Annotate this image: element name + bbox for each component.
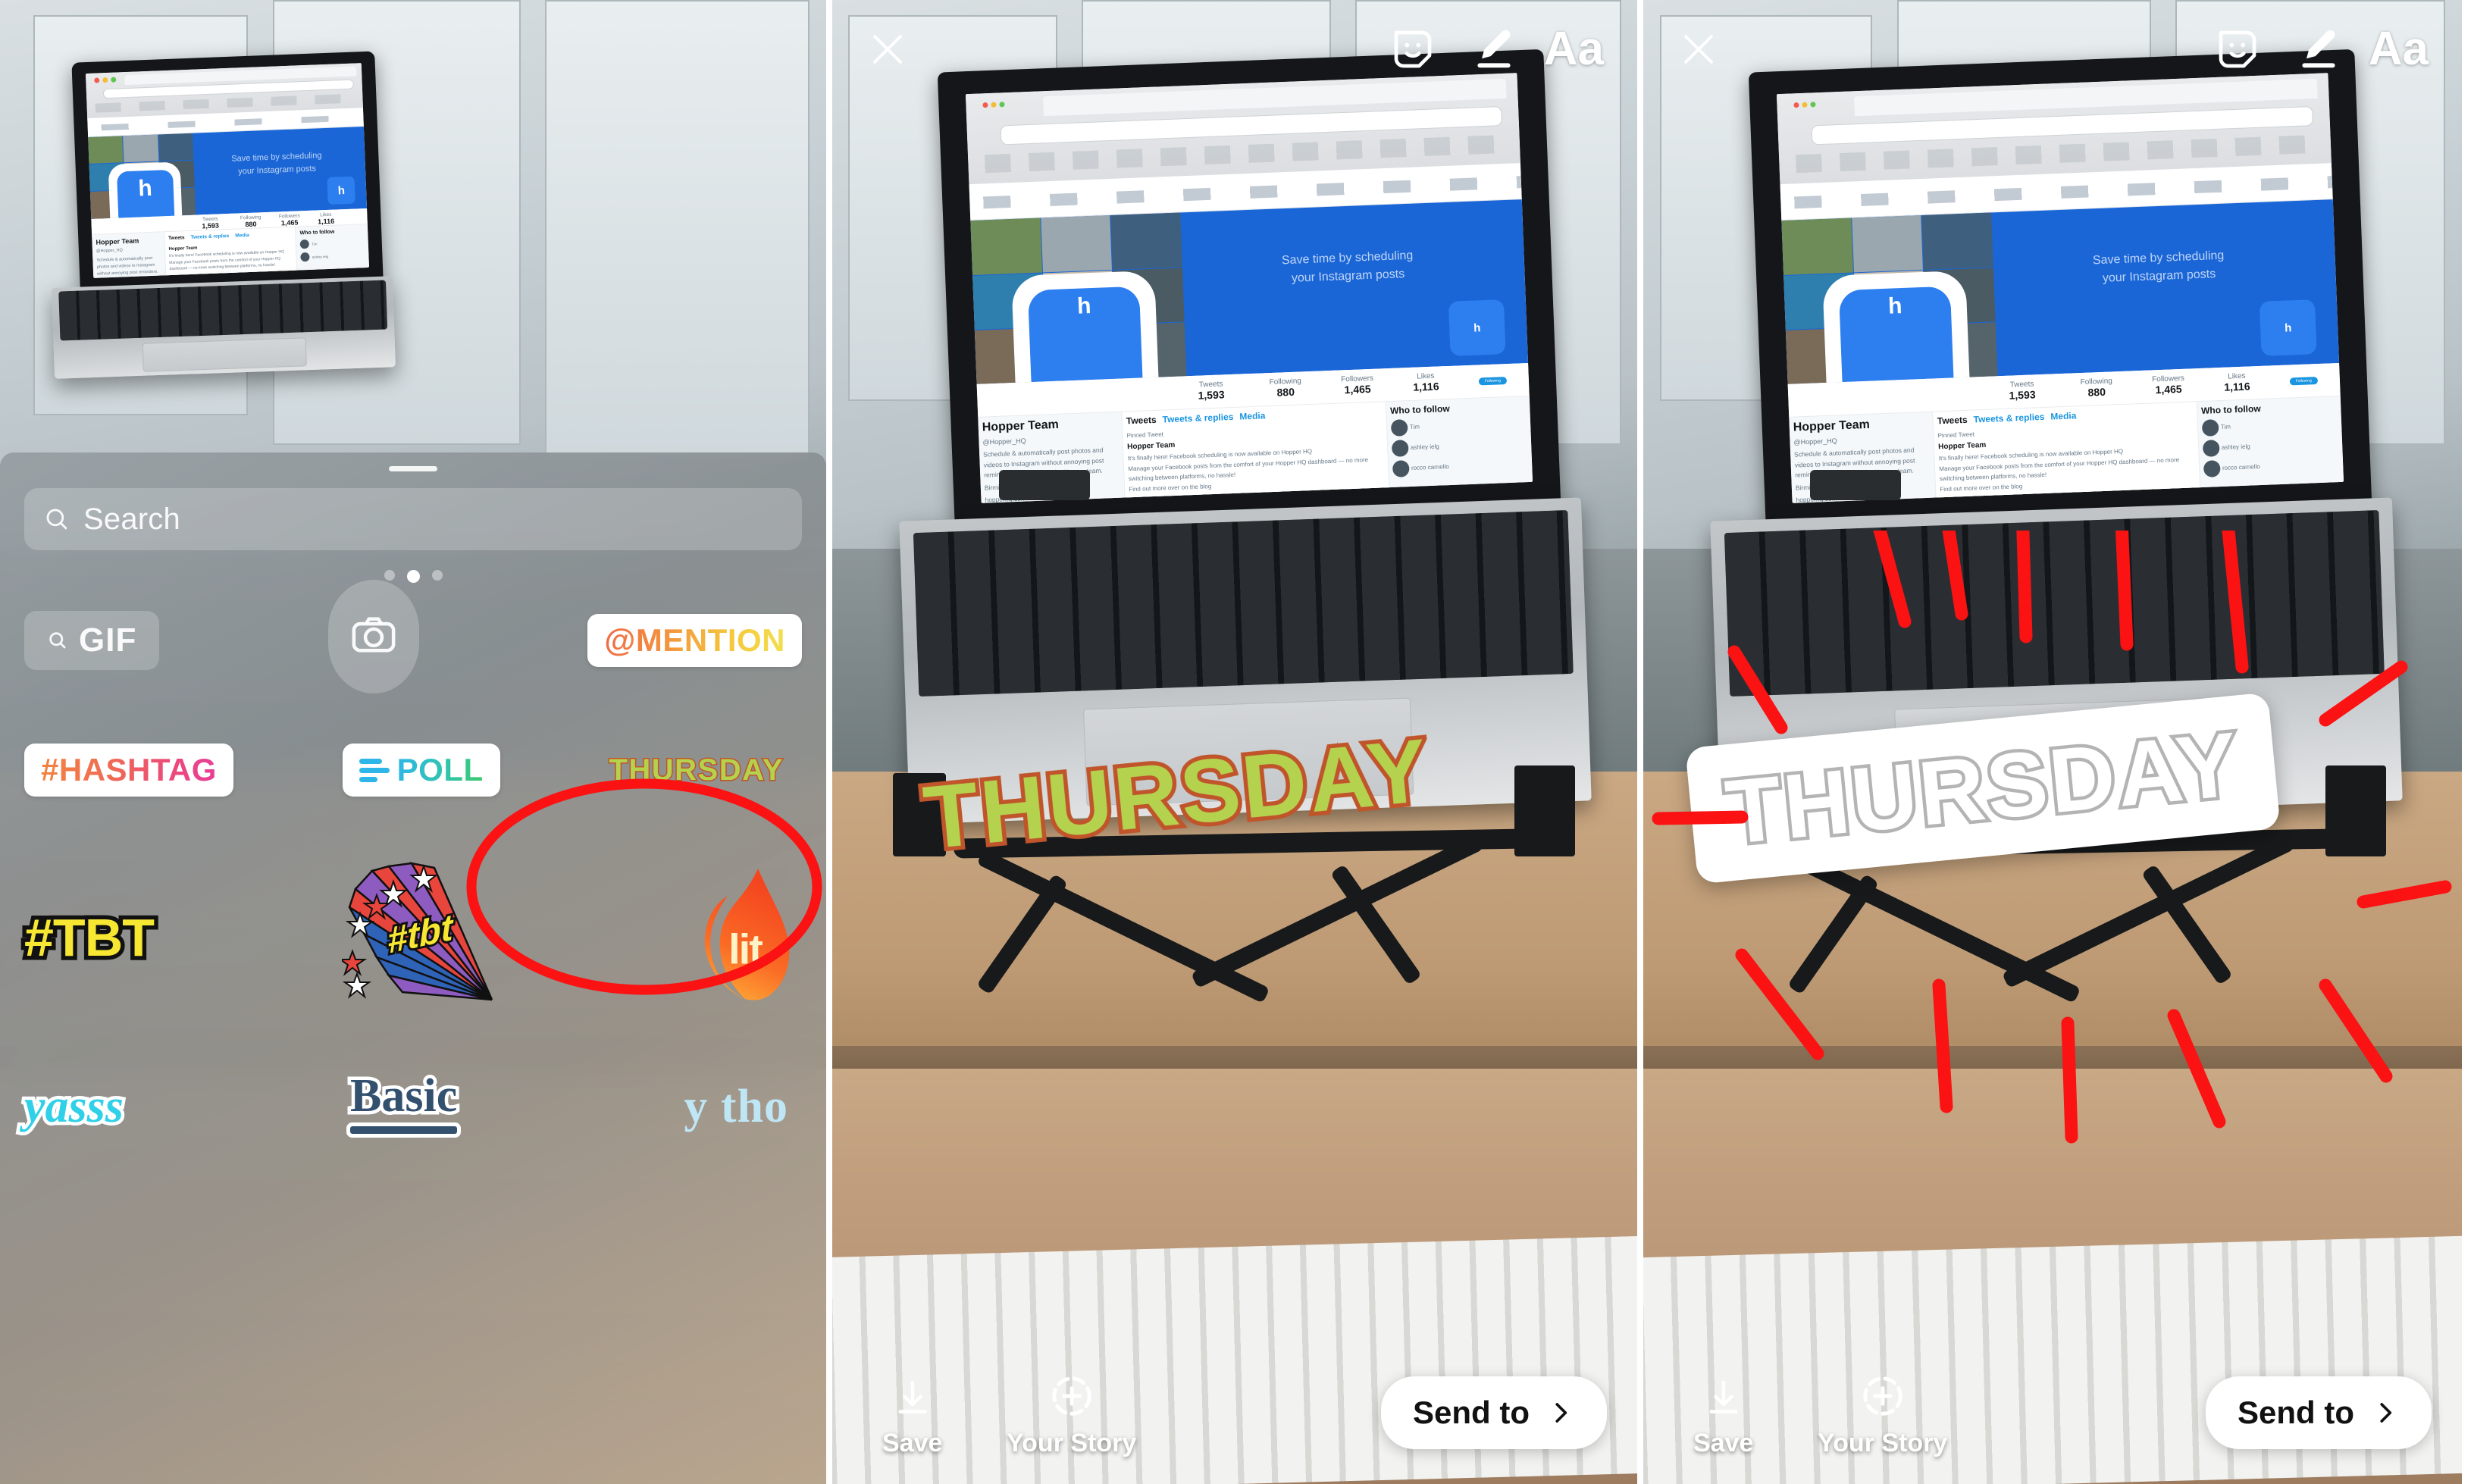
pen-draw-icon [1477,30,1511,68]
placed-thursday-label: THURSDAY [1718,709,2247,867]
sticker-mention-label: @MENTION [604,622,785,659]
sticker-tray-panel: Search GIF @MENTION #HASHTAG POLL THURSD… [0,452,826,1484]
three-panel-tutorial: Save time by scheduling your Instagram p… [0,0,2474,1484]
sticker-smiley-icon [2219,30,2256,68]
sticker-hashtag-label: #HASHTAG [41,752,217,788]
twitter-following-button[interactable]: Following [2289,376,2319,386]
bottom-bar-2: Save Your Story Send to [832,1295,1637,1484]
sticker-thursday[interactable]: THURSDAY [608,752,802,787]
avatar-letter: h [116,169,175,219]
plus-circle-icon [1051,1376,1091,1416]
send-to-button[interactable]: Send to [1381,1376,1607,1449]
search-placeholder: Search [83,502,180,536]
page-dot-active[interactable] [406,570,420,584]
search-icon [44,506,70,532]
sticker-tbt-burst[interactable]: #tbt [341,862,501,1013]
search-input[interactable]: Search [24,488,802,551]
sticker-tbt-block[interactable]: #TBT [20,904,159,972]
chevron-right-icon [1555,1403,1567,1423]
text-tool-button[interactable]: Aa [1544,26,1604,73]
sticker-camera[interactable] [327,580,419,694]
draw-button[interactable] [2294,25,2343,74]
top-toolbar-3: Aa [1643,0,2462,99]
close-icon [1684,35,1713,64]
send-to-label: Send to [1413,1395,1530,1430]
sticker-row-packs: #TBT #tbt lit [20,862,802,1013]
hopper-logo: h [327,176,356,205]
sticker-lit-flame[interactable]: lit [688,866,802,1010]
panel-sticker-placed: Save time by scheduling your Instagram p… [826,0,1643,1484]
draw-button[interactable] [1470,25,1518,74]
tray-page-dots [24,570,802,584]
your-story-label: Your Story [1007,1429,1137,1457]
panel-sticker-enlarged: Save time by scheduling your Instagram p… [1643,0,2462,1484]
close-button[interactable] [866,27,910,71]
underline-decoration [350,1126,458,1135]
pen-draw-icon [2302,30,2335,68]
sticker-hashtag[interactable]: #HASHTAG [24,744,233,797]
sticker-gif[interactable]: GIF [24,611,160,671]
sticker-thursday-label: THURSDAY [608,752,784,787]
sticker-yasss[interactable]: yasss [21,1078,127,1136]
save-label: Save [1693,1429,1754,1457]
save-button[interactable]: Save [882,1377,942,1458]
download-arrow-icon [898,1380,927,1414]
sticker-button[interactable] [1388,24,1438,74]
download-arrow-icon [1709,1380,1738,1414]
camera-icon [349,611,398,663]
tray-drag-handle[interactable] [389,466,437,472]
sticker-basic-label: Basic [347,1067,461,1126]
sticker-row-mid: #HASHTAG POLL THURSDAY [24,744,802,797]
page-dot[interactable] [431,570,443,581]
your-story-button[interactable]: Your Story [1007,1373,1136,1458]
sticker-basic[interactable]: Basic [347,1067,461,1135]
twitter-profile-name: Hopper Team [96,236,139,247]
save-label: Save [882,1429,943,1457]
send-to-label: Send to [2238,1395,2354,1430]
panel-sticker-tray: Save time by scheduling your Instagram p… [0,0,826,1484]
text-tool-button[interactable]: Aa [2369,26,2429,73]
sticker-yasss-label: yasss [21,1078,127,1136]
twitter-avatar: h [108,161,183,219]
sticker-button[interactable] [2213,24,2263,74]
save-button[interactable]: Save [1693,1377,1753,1458]
close-icon [873,35,902,64]
top-toolbar-2: Aa [832,0,1637,99]
poll-bars-icon [359,758,390,782]
plus-circle-icon [1862,1376,1902,1416]
sticker-smiley-icon [1394,30,1432,68]
twitter-following-button[interactable]: Following [1478,376,1508,386]
sticker-tbt-label: #TBT [20,904,159,972]
search-icon [47,630,68,651]
sticker-lit-label: lit [728,925,763,973]
sticker-row-top: GIF @MENTION [24,580,802,694]
sticker-ytho-label: y tho [684,1081,788,1133]
sticker-gif-label: GIF [79,621,137,659]
sticker-poll[interactable]: POLL [342,744,500,797]
chevron-right-icon [2380,1403,2392,1423]
sticker-poll-label: POLL [396,752,484,788]
sticker-ytho[interactable]: y tho [684,1080,802,1134]
your-story-button[interactable]: Your Story [1818,1373,1947,1458]
send-to-button[interactable]: Send to [2206,1376,2432,1449]
close-button[interactable] [1677,27,1721,71]
sticker-row-packs2: yasss Basic y tho [21,1067,802,1136]
sticker-mention[interactable]: @MENTION [587,614,802,668]
bottom-bar-3: Save Your Story Send to [1643,1295,2462,1484]
your-story-label: Your Story [1818,1429,1948,1457]
page-dot[interactable] [384,570,395,581]
